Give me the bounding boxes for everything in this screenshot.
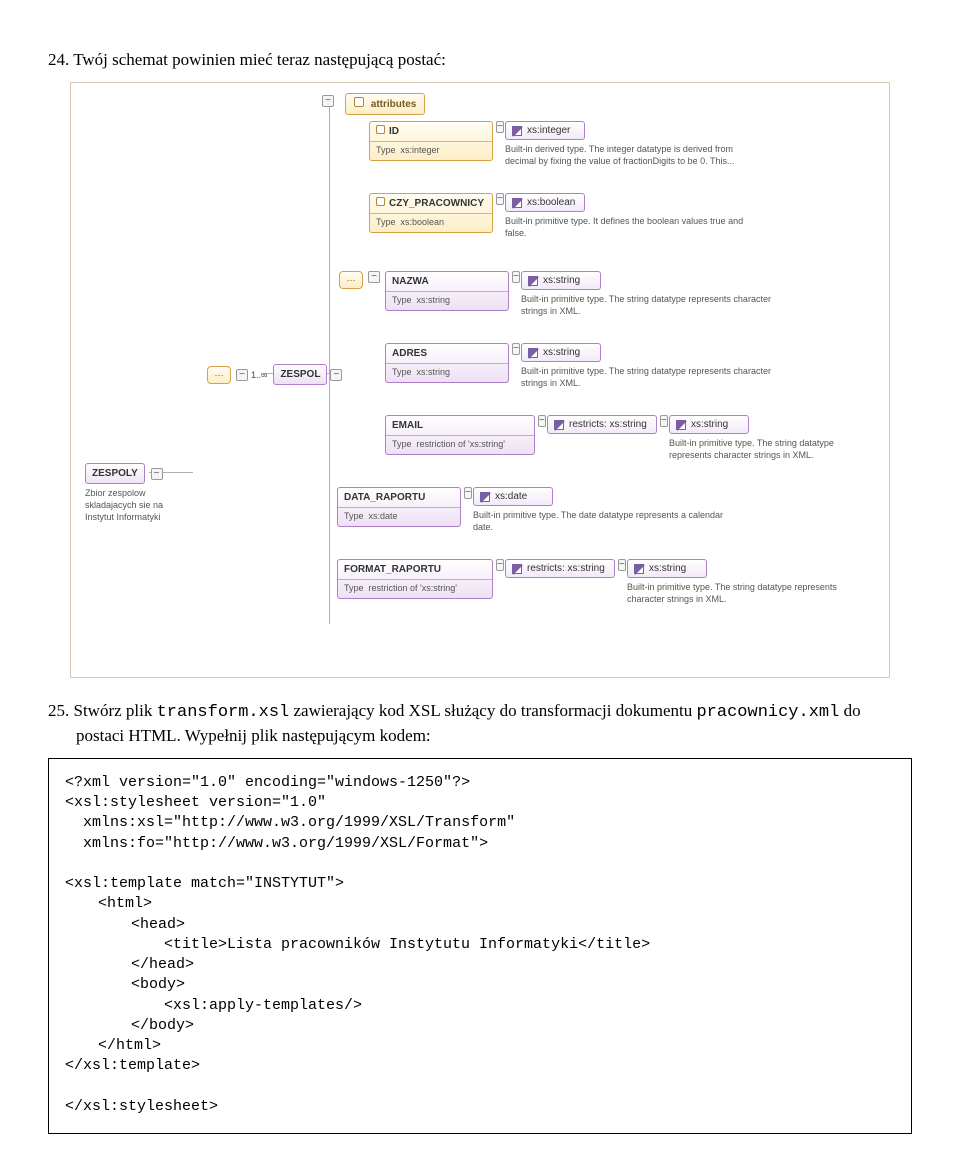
collapse-icon: − (236, 369, 248, 381)
elem-email: EMAIL Type restriction of 'xs:string' (385, 415, 535, 455)
code-listing: <?xml version="1.0" encoding="windows-12… (48, 758, 912, 1134)
collapse-icon: − (618, 559, 626, 571)
paragraph-25: 25. Stwórz plik transform.xsl zawierając… (48, 700, 912, 748)
type-icon (512, 126, 522, 136)
collapse-icon: − (496, 193, 504, 205)
root-desc: Zbior zespolow skladajacych sie na Insty… (85, 488, 185, 523)
elem-data-raportu: DATA_RAPORTU Type xs:date (337, 487, 461, 527)
filename-pracownicy: pracownicy.xml (696, 703, 839, 722)
type-icon (512, 564, 522, 574)
type-xs-string: xs:string (521, 271, 601, 291)
attributes-heading: attributes (345, 93, 425, 116)
elem-nazwa: NAZWA Type xs:string (385, 271, 509, 311)
heading-24: 24. Twój schemat powinien mieć teraz nas… (48, 49, 912, 72)
restricts-xs-string: restricts: xs:string (505, 559, 615, 579)
type-xs-string: xs:string (521, 343, 601, 363)
type-icon (512, 198, 522, 208)
type-icon (676, 420, 686, 430)
collapse-icon: − (538, 415, 546, 427)
collapse-icon: − (322, 95, 334, 107)
collapse-icon: − (368, 271, 380, 283)
type-xs-string: xs:string (627, 559, 707, 579)
attr-czy-pracownicy: CZY_PRACOWNICY Type xs:boolean (369, 193, 493, 233)
type-icon (634, 564, 644, 574)
collapse-icon: − (512, 343, 520, 355)
type-icon (528, 348, 538, 358)
root-zespoly: ZESPOLY (85, 463, 145, 485)
tooltip: Built-in derived type. The integer datat… (505, 144, 755, 167)
type-icon (528, 276, 538, 286)
collapse-icon: − (464, 487, 472, 499)
zespol-node: ZESPOL (273, 364, 327, 386)
type-xs-date: xs:date (473, 487, 553, 507)
sequence-icon: ⋯ (339, 271, 363, 289)
tooltip: Built-in primitive type. The string data… (521, 366, 771, 389)
restricts-xs-string: restricts: xs:string (547, 415, 657, 435)
sequence-icon: ⋯ (207, 366, 231, 384)
type-xs-string: xs:string (669, 415, 749, 435)
collapse-icon: − (151, 468, 163, 480)
type-icon (480, 492, 490, 502)
tooltip: Built-in primitive type. The string data… (669, 438, 869, 461)
tooltip: Built-in primitive type. It defines the … (505, 216, 755, 239)
collapse-icon: − (496, 121, 504, 133)
attr-id: ID Type xs:integer (369, 121, 493, 161)
tooltip: Built-in primitive type. The string data… (521, 294, 771, 317)
collapse-icon: − (496, 559, 504, 571)
elem-adres: ADRES Type xs:string (385, 343, 509, 383)
collapse-icon: − (330, 369, 342, 381)
collapse-icon: − (660, 415, 668, 427)
elem-format-raportu: FORMAT_RAPORTU Type restriction of 'xs:s… (337, 559, 493, 599)
cardinality: 1..∞ (251, 369, 267, 381)
type-xs-boolean: xs:boolean (505, 193, 585, 213)
schema-diagram: ZESPOLY − Zbior zespolow skladajacych si… (70, 82, 890, 678)
type-xs-integer: xs:integer (505, 121, 585, 141)
attributes-label: attributes (371, 99, 417, 110)
type-icon (554, 420, 564, 430)
filename-transform: transform.xsl (157, 703, 290, 722)
tooltip: Built-in primitive type. The date dataty… (473, 510, 723, 533)
tooltip: Built-in primitive type. The string data… (627, 582, 857, 605)
collapse-icon: − (512, 271, 520, 283)
